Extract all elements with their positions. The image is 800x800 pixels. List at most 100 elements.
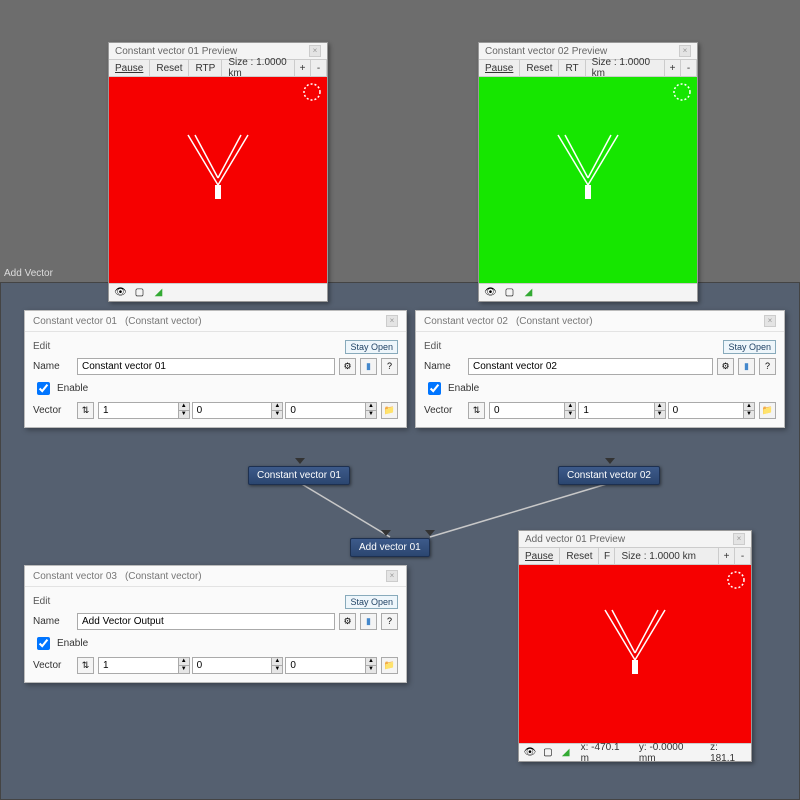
vector-x-input[interactable] bbox=[489, 402, 576, 419]
info-icon[interactable]: ▮ bbox=[738, 358, 755, 375]
edit-label: Edit bbox=[33, 341, 50, 354]
vector-x-input[interactable] bbox=[98, 402, 190, 419]
inspector-cv01: Constant vector 01 (Constant vector) × E… bbox=[24, 310, 407, 428]
preview-title: Constant vector 01 Preview bbox=[115, 46, 237, 57]
gear-icon[interactable]: ⚙ bbox=[717, 358, 734, 375]
inspector-title: Constant vector 02 bbox=[424, 316, 508, 327]
zoom-out-button[interactable]: - bbox=[681, 60, 697, 76]
rt-button[interactable]: RT bbox=[559, 60, 585, 76]
preview-title: Add vector 01 Preview bbox=[525, 534, 625, 545]
preview-viewport[interactable] bbox=[479, 77, 697, 283]
vector-z-input[interactable] bbox=[285, 402, 377, 419]
inspector-cv03: Constant vector 03 (Constant vector) × E… bbox=[24, 565, 407, 683]
preview-viewport[interactable] bbox=[519, 565, 751, 743]
inspector-subtitle: (Constant vector) bbox=[125, 316, 202, 327]
close-icon[interactable]: × bbox=[764, 315, 776, 327]
stay-open-button[interactable]: Stay Open bbox=[345, 595, 398, 609]
help-icon[interactable]: ? bbox=[759, 358, 776, 375]
size-label: Size : 1.0000 km bbox=[222, 60, 295, 76]
focus-icon[interactable]: ▢ bbox=[502, 286, 517, 299]
size-label: Size : 1.0000 km bbox=[615, 548, 719, 564]
preview-title: Constant vector 02 Preview bbox=[485, 46, 607, 57]
stay-open-button[interactable]: Stay Open bbox=[723, 340, 776, 354]
zoom-in-button[interactable]: + bbox=[665, 60, 681, 76]
pause-button[interactable]: Pause bbox=[519, 548, 560, 564]
vector-x-input[interactable] bbox=[98, 657, 190, 674]
close-icon[interactable]: × bbox=[309, 45, 321, 57]
node-constant-vector-01[interactable]: Constant vector 01 bbox=[248, 466, 350, 485]
vector-y-input[interactable] bbox=[578, 402, 665, 419]
eye-icon[interactable]: 👁 bbox=[113, 286, 128, 299]
stay-open-button[interactable]: Stay Open bbox=[345, 340, 398, 354]
folder-icon[interactable]: 📁 bbox=[381, 657, 398, 674]
gear-icon[interactable]: ⚙ bbox=[339, 613, 356, 630]
vector-mode-icon[interactable]: ⇅ bbox=[77, 657, 94, 674]
name-input[interactable] bbox=[468, 358, 713, 375]
rtp-button[interactable]: RTP bbox=[189, 60, 222, 76]
help-icon[interactable]: ? bbox=[381, 358, 398, 375]
preview-panel-addvector: Add vector 01 Preview × Pause Reset F Si… bbox=[518, 530, 752, 762]
gear-icon[interactable]: ⚙ bbox=[339, 358, 356, 375]
enable-checkbox[interactable]: Enable bbox=[424, 379, 776, 398]
vector-z-input[interactable] bbox=[668, 402, 755, 419]
name-input[interactable] bbox=[77, 613, 335, 630]
reset-button[interactable]: Reset bbox=[150, 60, 189, 76]
name-label: Name bbox=[424, 361, 464, 372]
node-input-port bbox=[381, 530, 391, 536]
enable-checkbox[interactable]: Enable bbox=[33, 379, 398, 398]
zoom-out-button[interactable]: - bbox=[735, 548, 751, 564]
coord-y: y: -0.0000 mm bbox=[635, 742, 702, 764]
info-icon[interactable]: ▮ bbox=[360, 613, 377, 630]
name-input[interactable] bbox=[77, 358, 335, 375]
reset-button[interactable]: Reset bbox=[520, 60, 559, 76]
node-input-port bbox=[425, 530, 435, 536]
vector-mode-icon[interactable]: ⇅ bbox=[77, 402, 94, 419]
graph-tab-label: Add Vector bbox=[4, 268, 53, 279]
compass-icon bbox=[727, 571, 745, 589]
vector-label: Vector bbox=[33, 405, 73, 416]
enable-checkbox[interactable]: Enable bbox=[33, 634, 398, 653]
vector-z-input[interactable] bbox=[285, 657, 377, 674]
size-label: Size : 1.0000 km bbox=[586, 60, 665, 76]
preview-panel-cv01: Constant vector 01 Preview × Pause Reset… bbox=[108, 42, 328, 302]
edit-label: Edit bbox=[33, 596, 50, 609]
inspector-subtitle: (Constant vector) bbox=[516, 316, 593, 327]
zoom-out-button[interactable]: - bbox=[311, 60, 327, 76]
folder-icon[interactable]: 📁 bbox=[759, 402, 776, 419]
close-icon[interactable]: × bbox=[679, 45, 691, 57]
vector-y-input[interactable] bbox=[192, 657, 284, 674]
compass-icon bbox=[303, 83, 321, 101]
f-button[interactable]: F bbox=[599, 548, 615, 564]
inspector-cv02: Constant vector 02 (Constant vector) × E… bbox=[415, 310, 785, 428]
help-icon[interactable]: ? bbox=[381, 613, 398, 630]
preview-panel-cv02: Constant vector 02 Preview × Pause Reset… bbox=[478, 42, 698, 302]
zoom-in-button[interactable]: + bbox=[295, 60, 311, 76]
close-icon[interactable]: × bbox=[733, 533, 745, 545]
edit-label: Edit bbox=[424, 341, 441, 354]
coord-x: x: -470.1 m bbox=[577, 742, 631, 764]
focus-icon[interactable]: ▢ bbox=[541, 746, 555, 759]
focus-icon[interactable]: ▢ bbox=[132, 286, 147, 299]
node-input-port bbox=[605, 458, 615, 464]
pause-button[interactable]: Pause bbox=[109, 60, 150, 76]
zoom-in-button[interactable]: + bbox=[719, 548, 735, 564]
vector-y-input[interactable] bbox=[192, 402, 284, 419]
node-add-vector-01[interactable]: Add vector 01 bbox=[350, 538, 430, 557]
close-icon[interactable]: × bbox=[386, 570, 398, 582]
node-constant-vector-02[interactable]: Constant vector 02 bbox=[558, 466, 660, 485]
measure-icon[interactable]: ◢ bbox=[559, 746, 573, 759]
measure-icon[interactable]: ◢ bbox=[521, 286, 536, 299]
eye-icon[interactable]: 👁 bbox=[523, 746, 537, 759]
reset-button[interactable]: Reset bbox=[560, 548, 599, 564]
folder-icon[interactable]: 📁 bbox=[381, 402, 398, 419]
coord-z: z: 181.1 bbox=[706, 742, 747, 764]
preview-viewport[interactable] bbox=[109, 77, 327, 283]
info-icon[interactable]: ▮ bbox=[360, 358, 377, 375]
inspector-title: Constant vector 03 bbox=[33, 571, 117, 582]
pause-button[interactable]: Pause bbox=[479, 60, 520, 76]
measure-icon[interactable]: ◢ bbox=[151, 286, 166, 299]
close-icon[interactable]: × bbox=[386, 315, 398, 327]
inspector-title: Constant vector 01 bbox=[33, 316, 117, 327]
eye-icon[interactable]: 👁 bbox=[483, 286, 498, 299]
vector-mode-icon[interactable]: ⇅ bbox=[468, 402, 485, 419]
